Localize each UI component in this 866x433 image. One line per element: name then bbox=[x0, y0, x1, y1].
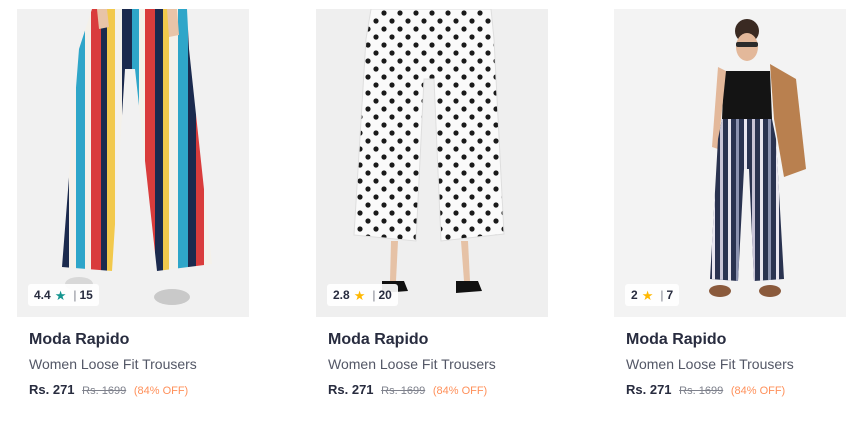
product-brand: Moda Rapido bbox=[626, 331, 727, 348]
product-title: Women Loose Fit Trousers bbox=[29, 356, 197, 372]
product-info: Moda Rapido Women Loose Fit Trousers Rs.… bbox=[614, 317, 846, 399]
price-current: Rs. 271 bbox=[626, 382, 672, 397]
price-discount: (84% OFF) bbox=[730, 385, 786, 397]
price-mrp: Rs. 1699 bbox=[82, 385, 127, 397]
product-image[interactable]: 4.4 ★ | 15 bbox=[17, 9, 249, 317]
price-current: Rs. 271 bbox=[328, 382, 374, 397]
rating-badge: 2 ★ | 7 bbox=[625, 284, 680, 306]
rating-value: 4.4 bbox=[34, 288, 51, 302]
rating-separator: | bbox=[660, 288, 664, 302]
product-image[interactable]: 2.8 ★ | 20 bbox=[316, 9, 548, 317]
product-card[interactable]: 2 ★ | 7 Moda Rapido Women Loose Fit Trou… bbox=[614, 9, 846, 429]
product-title: Women Loose Fit Trousers bbox=[328, 356, 496, 372]
product-price: Rs. 271 Rs. 1699 (84% OFF) bbox=[626, 382, 846, 399]
rating-count: 7 bbox=[666, 288, 674, 302]
rating-badge: 4.4 ★ | 15 bbox=[28, 284, 99, 306]
price-discount: (84% OFF) bbox=[432, 385, 488, 397]
product-info: Moda Rapido Women Loose Fit Trousers Rs.… bbox=[316, 317, 548, 399]
price-mrp: Rs. 1699 bbox=[679, 385, 724, 397]
rating-separator: | bbox=[372, 288, 376, 302]
product-card[interactable]: 2.8 ★ | 20 Moda Rapido Women Loose Fit T… bbox=[316, 9, 548, 429]
product-brand: Moda Rapido bbox=[328, 331, 429, 348]
star-icon: ★ bbox=[54, 287, 67, 303]
rating-value: 2.8 bbox=[333, 288, 350, 302]
rating-count: 20 bbox=[378, 288, 392, 302]
product-card[interactable]: 4.4 ★ | 15 Moda Rapido Women Loose Fit T… bbox=[17, 9, 249, 429]
product-price: Rs. 271 Rs. 1699 (84% OFF) bbox=[328, 382, 548, 399]
product-brand: Moda Rapido bbox=[29, 331, 130, 348]
rating-count: 15 bbox=[79, 288, 93, 302]
rating-separator: | bbox=[73, 288, 77, 302]
star-icon: ★ bbox=[641, 287, 654, 303]
product-info: Moda Rapido Women Loose Fit Trousers Rs.… bbox=[17, 317, 249, 399]
star-icon: ★ bbox=[353, 287, 366, 303]
price-mrp: Rs. 1699 bbox=[381, 385, 426, 397]
product-image[interactable]: 2 ★ | 7 bbox=[614, 9, 846, 317]
product-title: Women Loose Fit Trousers bbox=[626, 356, 794, 372]
product-price: Rs. 271 Rs. 1699 (84% OFF) bbox=[29, 382, 249, 399]
rating-value: 2 bbox=[631, 288, 638, 302]
rating-badge: 2.8 ★ | 20 bbox=[327, 284, 398, 306]
price-current: Rs. 271 bbox=[29, 382, 75, 397]
price-discount: (84% OFF) bbox=[133, 385, 189, 397]
